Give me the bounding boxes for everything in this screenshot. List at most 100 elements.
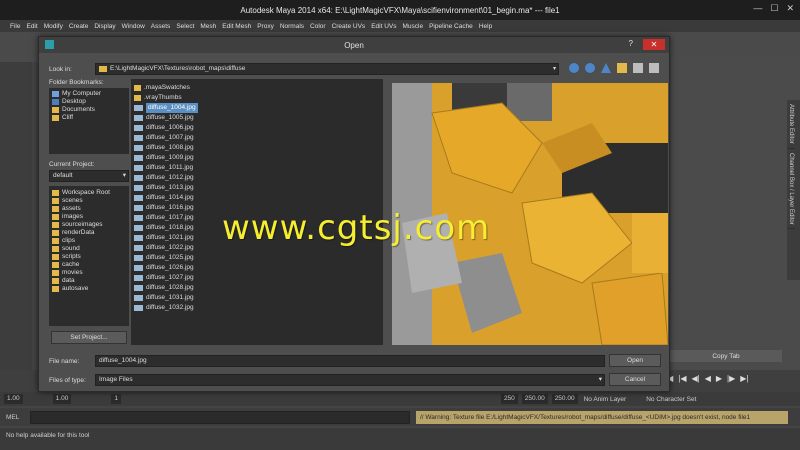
file-list-item[interactable]: diffuse_1032.jpg bbox=[134, 303, 380, 313]
project-folder-item[interactable]: clips bbox=[52, 237, 126, 245]
forward-icon[interactable] bbox=[585, 63, 595, 73]
file-list-item[interactable]: .mayaSwatches bbox=[134, 83, 380, 93]
cancel-button[interactable]: Cancel bbox=[609, 373, 661, 386]
file-list-item[interactable]: diffuse_1008.jpg bbox=[134, 143, 380, 153]
file-list-item[interactable]: diffuse_1007.jpg bbox=[134, 133, 380, 143]
file-list-item[interactable]: diffuse_1012.jpg bbox=[134, 173, 380, 183]
project-folder-item[interactable]: cache bbox=[52, 261, 126, 269]
menu-pipeline-cache[interactable]: Pipeline Cache bbox=[429, 23, 479, 30]
maximize-icon[interactable]: ☐ bbox=[770, 3, 778, 14]
back-icon[interactable] bbox=[569, 63, 579, 73]
help-icon[interactable]: ? bbox=[629, 39, 633, 48]
current-project: Current Project: default ▾ Workspace Roo… bbox=[49, 161, 129, 326]
file-list-item[interactable]: diffuse_1009.jpg bbox=[134, 153, 380, 163]
step-forward-icon[interactable]: |▶ bbox=[727, 374, 735, 383]
end-time-field-2[interactable]: 250.00 bbox=[551, 394, 578, 404]
menu-help[interactable]: Help bbox=[479, 23, 498, 30]
image-file-icon bbox=[134, 125, 143, 131]
file-list-item[interactable]: diffuse_1031.jpg bbox=[134, 293, 380, 303]
play-back-icon[interactable]: ◀ bbox=[705, 374, 711, 383]
look-in-dropdown[interactable]: E:\LightMagicVFX\Textures\robot_maps\dif… bbox=[95, 63, 559, 75]
project-folder-item[interactable]: assets bbox=[52, 205, 126, 213]
project-folder-item[interactable]: images bbox=[52, 213, 126, 221]
character-set-label[interactable]: No Character Set bbox=[646, 396, 696, 403]
minimize-icon[interactable]: — bbox=[753, 3, 762, 14]
file-list-item[interactable]: .vrayThumbs bbox=[134, 93, 380, 103]
menu-create-uvs[interactable]: Create UVs bbox=[332, 23, 372, 30]
file-list-item[interactable]: diffuse_1026.jpg bbox=[134, 263, 380, 273]
file-type-select[interactable]: Image Files ▾ bbox=[95, 374, 605, 386]
menu-select[interactable]: Select bbox=[176, 23, 200, 30]
menu-assets[interactable]: Assets bbox=[151, 23, 177, 30]
folder-icon bbox=[134, 95, 141, 101]
current-frame-field[interactable]: 1 bbox=[111, 394, 121, 404]
project-folder-item[interactable]: scenes bbox=[52, 197, 126, 205]
menu-proxy[interactable]: Proxy bbox=[257, 23, 280, 30]
menu-edit[interactable]: Edit bbox=[26, 23, 43, 30]
up-folder-icon[interactable] bbox=[601, 63, 611, 73]
close-window-icon[interactable]: ✕ bbox=[786, 3, 794, 14]
bookmark-documents[interactable]: Documents bbox=[52, 106, 126, 114]
close-icon[interactable]: ✕ bbox=[643, 39, 665, 50]
anim-layer-label[interactable]: No Anim Layer bbox=[584, 396, 627, 403]
copy-tab-button[interactable]: Copy Tab bbox=[670, 350, 782, 362]
bookmark-my-computer[interactable]: My Computer bbox=[52, 90, 126, 98]
file-list-item[interactable]: diffuse_1006.jpg bbox=[134, 123, 380, 133]
playback-start-field[interactable]: 1.00 bbox=[52, 394, 72, 404]
menu-normals[interactable]: Normals bbox=[280, 23, 310, 30]
image-file-icon bbox=[134, 115, 143, 121]
set-project-button[interactable]: Set Project... bbox=[51, 331, 127, 344]
list-view-icon[interactable] bbox=[633, 63, 643, 73]
project-folder-item[interactable]: sound bbox=[52, 245, 126, 253]
image-file-icon bbox=[134, 175, 143, 181]
bookmarks-label: Folder Bookmarks: bbox=[49, 79, 104, 86]
start-time-field[interactable]: 1.00 bbox=[4, 394, 23, 404]
tab-attribute-editor[interactable]: Attribute Editor bbox=[787, 100, 795, 149]
file-list-item[interactable]: diffuse_1011.jpg bbox=[134, 163, 380, 173]
end-time-field[interactable]: 250.00 bbox=[521, 394, 548, 404]
main-menubar: File Edit Modify Create Display Window Assets S… bbox=[0, 20, 800, 32]
folder-icon bbox=[52, 214, 59, 220]
menu-display[interactable]: Display bbox=[94, 23, 121, 30]
tab-channel-box[interactable]: Channel Box / Layer Editor bbox=[787, 149, 795, 230]
project-folder-item[interactable]: sourceimages bbox=[52, 221, 126, 229]
menu-file[interactable]: File bbox=[10, 23, 26, 30]
menu-create[interactable]: Create bbox=[69, 23, 95, 30]
file-name-input[interactable]: diffuse_1004.jpg bbox=[95, 355, 605, 367]
project-dropdown[interactable]: default ▾ bbox=[49, 170, 129, 182]
dialog-titlebar: Open ? ✕ bbox=[39, 37, 669, 53]
project-folder-item[interactable]: movies bbox=[52, 269, 126, 277]
file-list-item[interactable]: diffuse_1014.jpg bbox=[134, 193, 380, 203]
menu-mesh[interactable]: Mesh bbox=[200, 23, 222, 30]
menu-edit-uvs[interactable]: Edit UVs bbox=[371, 23, 402, 30]
bookmark-cliff[interactable]: Cliff bbox=[52, 114, 126, 122]
file-list-item[interactable]: diffuse_1013.jpg bbox=[134, 183, 380, 193]
step-back-key-icon[interactable]: |◀ bbox=[678, 374, 686, 383]
project-folder-item[interactable]: scripts bbox=[52, 253, 126, 261]
step-back-icon[interactable]: ◀| bbox=[691, 374, 699, 383]
bookmark-desktop[interactable]: Desktop bbox=[52, 98, 126, 106]
project-folder-item[interactable]: autosave bbox=[52, 285, 126, 293]
file-list-item[interactable]: diffuse_1027.jpg bbox=[134, 273, 380, 283]
chevron-down-icon: ▾ bbox=[122, 172, 126, 179]
image-file-icon bbox=[134, 245, 143, 251]
menu-color[interactable]: Color bbox=[310, 23, 332, 30]
file-list-item[interactable]: diffuse_1028.jpg bbox=[134, 283, 380, 293]
play-icon[interactable]: ▶ bbox=[716, 374, 722, 383]
file-list-item[interactable]: diffuse_1004.jpg bbox=[134, 103, 380, 113]
project-folder-item[interactable]: data bbox=[52, 277, 126, 285]
file-list-item[interactable]: diffuse_1025.jpg bbox=[134, 253, 380, 263]
mel-input[interactable] bbox=[30, 410, 410, 424]
project-folder-item[interactable]: Workspace Root bbox=[52, 189, 126, 197]
playback-end-field[interactable]: 250 bbox=[500, 394, 518, 404]
new-folder-icon[interactable] bbox=[617, 63, 627, 73]
menu-edit-mesh[interactable]: Edit Mesh bbox=[222, 23, 257, 30]
menu-window[interactable]: Window bbox=[122, 23, 151, 30]
menu-modify[interactable]: Modify bbox=[44, 23, 69, 30]
go-end-icon[interactable]: ▶| bbox=[740, 374, 748, 383]
open-button[interactable]: Open bbox=[609, 354, 661, 367]
project-folder-item[interactable]: renderData bbox=[52, 229, 126, 237]
detail-view-icon[interactable] bbox=[649, 63, 659, 73]
file-list-item[interactable]: diffuse_1005.jpg bbox=[134, 113, 380, 123]
menu-muscle[interactable]: Muscle bbox=[402, 23, 429, 30]
